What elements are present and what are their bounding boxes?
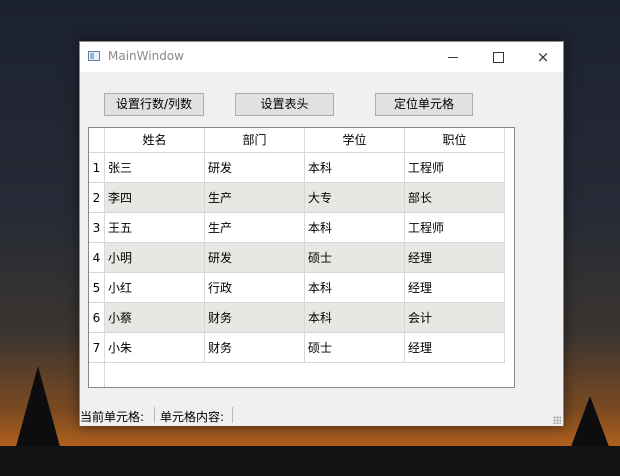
table-cell[interactable]: 李四 — [105, 183, 205, 213]
table-cell[interactable]: 财务 — [205, 333, 305, 363]
row-header-filler — [89, 363, 105, 387]
data-table[interactable]: 姓名 部门 学位 职位 1 张三 研发 本科 工程师 2 李四 生产 大专 部长… — [88, 127, 515, 388]
maximize-button[interactable] — [475, 42, 521, 72]
minimize-icon — [448, 56, 458, 58]
row-header[interactable]: 4 — [89, 243, 105, 273]
table-cell[interactable]: 部长 — [405, 183, 505, 213]
column-header-degree[interactable]: 学位 — [305, 128, 405, 153]
app-window-icon — [88, 51, 100, 61]
maximize-icon — [492, 51, 504, 63]
table-cell[interactable]: 大专 — [305, 183, 405, 213]
table-cell[interactable]: 小朱 — [105, 333, 205, 363]
table-cell[interactable]: 小红 — [105, 273, 205, 303]
table-corner-button[interactable] — [89, 128, 105, 153]
row-header[interactable]: 6 — [89, 303, 105, 333]
table-cell[interactable]: 张三 — [105, 153, 205, 183]
column-header-department[interactable]: 部门 — [205, 128, 305, 153]
table-cell[interactable]: 本科 — [305, 213, 405, 243]
table-cell[interactable]: 本科 — [305, 303, 405, 333]
status-separator — [232, 407, 233, 423]
table-cell[interactable]: 王五 — [105, 213, 205, 243]
column-header-position[interactable]: 职位 — [405, 128, 505, 153]
row-header[interactable]: 7 — [89, 333, 105, 363]
column-header-name[interactable]: 姓名 — [105, 128, 205, 153]
resize-grip-icon[interactable] — [553, 416, 561, 424]
table-cell[interactable]: 会计 — [405, 303, 505, 333]
close-icon: × — [536, 48, 550, 66]
table-cell[interactable]: 硕士 — [305, 333, 405, 363]
minimize-button[interactable] — [430, 42, 476, 72]
row-header[interactable]: 2 — [89, 183, 105, 213]
table-cell[interactable]: 研发 — [205, 243, 305, 273]
window-title: MainWindow — [108, 49, 184, 63]
main-window: MainWindow × 设置行数/列数 设置表头 定位单元格 姓名 部门 学位… — [79, 41, 564, 426]
table-cell[interactable]: 财务 — [205, 303, 305, 333]
status-separator — [154, 407, 155, 423]
table-cell[interactable]: 本科 — [305, 153, 405, 183]
locate-cell-button[interactable]: 定位单元格 — [375, 93, 473, 116]
table-cell[interactable]: 行政 — [205, 273, 305, 303]
table-cell[interactable]: 生产 — [205, 183, 305, 213]
close-button[interactable]: × — [520, 42, 566, 72]
status-bar: 当前单元格: 单元格内容: — [80, 404, 563, 426]
table-cell[interactable]: 经理 — [405, 273, 505, 303]
title-bar[interactable]: MainWindow × — [80, 42, 563, 72]
table-cell[interactable]: 本科 — [305, 273, 405, 303]
row-header[interactable]: 5 — [89, 273, 105, 303]
table-cell[interactable]: 小明 — [105, 243, 205, 273]
row-header[interactable]: 1 — [89, 153, 105, 183]
table-cell[interactable]: 硕士 — [305, 243, 405, 273]
set-row-column-button[interactable]: 设置行数/列数 — [104, 93, 204, 116]
table-cell[interactable]: 工程师 — [405, 153, 505, 183]
table-cell[interactable]: 研发 — [205, 153, 305, 183]
table-cell[interactable]: 生产 — [205, 213, 305, 243]
current-cell-label: 当前单元格: — [80, 410, 145, 424]
set-header-button[interactable]: 设置表头 — [235, 93, 334, 116]
table-cell[interactable]: 工程师 — [405, 213, 505, 243]
table-cell[interactable]: 经理 — [405, 333, 505, 363]
table-cell[interactable]: 经理 — [405, 243, 505, 273]
table-cell[interactable]: 小蔡 — [105, 303, 205, 333]
cell-content-label: 单元格内容: — [160, 410, 225, 424]
row-header[interactable]: 3 — [89, 213, 105, 243]
mountain-ridge — [0, 446, 620, 476]
